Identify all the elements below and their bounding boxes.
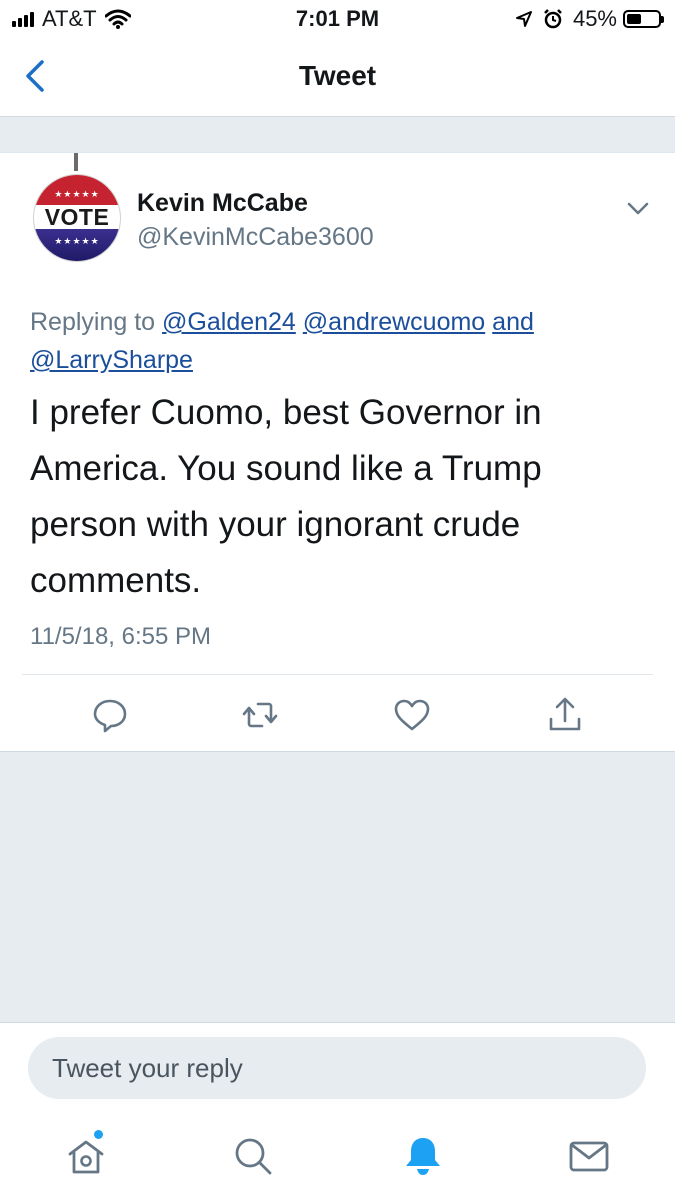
battery-percent: 45% xyxy=(572,6,617,31)
display-name[interactable]: Kevin McCabe xyxy=(137,189,308,218)
reply-input[interactable] xyxy=(28,1037,646,1099)
avatar-pin xyxy=(74,153,78,171)
avatar[interactable]: ★★★★★ VOTE ★★★★★ xyxy=(32,153,122,265)
tweet-text: I prefer Cuomo, best Governor in America… xyxy=(30,393,542,600)
mention-link[interactable]: @Galden24 xyxy=(162,308,296,336)
page-title: Tweet xyxy=(298,60,377,91)
messages-icon[interactable] xyxy=(567,1134,611,1178)
mention-link[interactable]: @LarrySharpe xyxy=(30,346,193,374)
avatar-stars-top: ★★★★★ xyxy=(54,189,100,199)
tweet-card: ★★★★★ VOTE ★★★★★ Kevin McCabe @KevinMcCa… xyxy=(0,152,675,752)
reply-bar xyxy=(0,1022,675,1119)
avatar-stars-bottom: ★★★★★ xyxy=(54,236,100,246)
avatar-vote-text: VOTE xyxy=(44,204,110,230)
tweet-timestamp: 11/5/18, 6:55 PM xyxy=(30,623,212,650)
nav-bar: Tweet xyxy=(0,38,675,117)
status-bar: AT&T 7:01 PM 45% xyxy=(0,0,675,38)
share-icon[interactable] xyxy=(545,695,585,735)
chevron-down-icon[interactable] xyxy=(623,193,653,223)
battery-fill xyxy=(627,14,641,24)
tweet-actions xyxy=(0,691,675,741)
mention-and[interactable]: and xyxy=(492,308,534,336)
alarm-icon xyxy=(544,9,562,29)
replying-prefix: Replying to xyxy=(30,308,163,336)
mention-link[interactable]: @andrewcuomo xyxy=(303,308,485,336)
search-icon[interactable] xyxy=(231,1134,275,1178)
like-icon[interactable] xyxy=(392,695,432,735)
avatar-image[interactable]: ★★★★★ VOTE ★★★★★ xyxy=(34,175,120,261)
location-icon xyxy=(515,11,532,27)
home-icon[interactable] xyxy=(64,1134,108,1178)
battery-icon xyxy=(623,10,664,28)
retweet-icon[interactable] xyxy=(240,695,280,735)
status-right: 45% xyxy=(515,6,664,32)
reply-icon[interactable] xyxy=(90,695,130,735)
notifications-icon[interactable] xyxy=(401,1134,445,1178)
divider xyxy=(22,674,653,675)
user-handle[interactable]: @KevinMcCabe3600 xyxy=(137,223,374,252)
tab-bar xyxy=(0,1118,675,1200)
new-content-dot xyxy=(94,1130,103,1139)
replying-to: Replying to @Galden24 @andrewcuomo and @L… xyxy=(30,303,650,379)
